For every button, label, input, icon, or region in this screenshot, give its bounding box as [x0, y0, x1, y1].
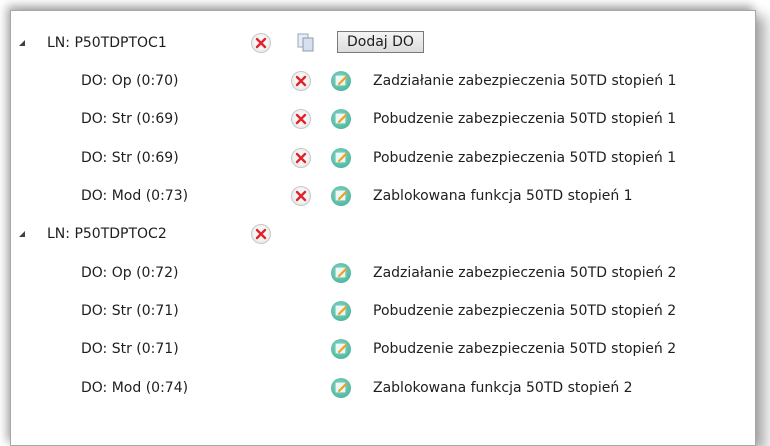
tree-node-do[interactable]: DO: Mod (0:73) Zablokowana funkcja 50TD …	[11, 182, 755, 212]
do-description: Zadziałanie zabezpieczenia 50TD stopień …	[373, 73, 677, 89]
tree-node-do[interactable]: DO: Str (0:71) Pobudzenie zabezpieczenia…	[11, 297, 755, 327]
delete-icon[interactable]	[291, 186, 311, 206]
do-label: DO: Mod (0:73)	[81, 188, 189, 204]
tree-node-do[interactable]: DO: Mod (0:74) Zablokowana funkcja 50TD …	[11, 374, 755, 404]
expand-arrow-icon[interactable]	[19, 40, 25, 46]
delete-icon[interactable]	[291, 148, 311, 168]
copy-icon[interactable]	[297, 33, 315, 53]
edit-icon[interactable]	[331, 71, 351, 91]
delete-icon[interactable]	[251, 33, 271, 53]
do-label: DO: Mod (0:74)	[81, 380, 189, 396]
edit-icon[interactable]	[331, 378, 351, 398]
do-label: DO: Op (0:72)	[81, 265, 179, 281]
do-label: DO: Str (0:71)	[81, 303, 179, 319]
add-do-button[interactable]: Dodaj DO	[337, 31, 424, 53]
ln-tree: LN: P50TDPTOC1 Dodaj DO DO: Op (0:70) Za…	[11, 11, 755, 445]
tree-node-do[interactable]: DO: Op (0:72) Zadziałanie zabezpieczenia…	[11, 259, 755, 289]
ln-label: LN: P50TDPTOC2	[47, 226, 167, 242]
edit-icon[interactable]	[331, 339, 351, 359]
tree-node-do[interactable]: DO: Op (0:70) Zadziałanie zabezpieczenia…	[11, 67, 755, 97]
do-description: Pobudzenie zabezpieczenia 50TD stopień 1	[373, 111, 677, 127]
do-description: Pobudzenie zabezpieczenia 50TD stopień 1	[373, 150, 677, 166]
do-description: Zadziałanie zabezpieczenia 50TD stopień …	[373, 265, 677, 281]
expand-arrow-icon[interactable]	[19, 231, 25, 237]
delete-icon[interactable]	[291, 71, 311, 91]
do-label: DO: Str (0:69)	[81, 111, 179, 127]
edit-icon[interactable]	[331, 109, 351, 129]
edit-icon[interactable]	[331, 301, 351, 321]
do-description: Zablokowana funkcja 50TD stopień 1	[373, 188, 633, 204]
do-label: DO: Op (0:70)	[81, 73, 179, 89]
do-label: DO: Str (0:69)	[81, 150, 179, 166]
delete-icon[interactable]	[291, 109, 311, 129]
tree-node-ln[interactable]: LN: P50TDPTOC2	[11, 220, 755, 250]
do-description: Pobudzenie zabezpieczenia 50TD stopień 2	[373, 341, 677, 357]
edit-icon[interactable]	[331, 186, 351, 206]
delete-icon[interactable]	[251, 224, 271, 244]
tree-node-do[interactable]: DO: Str (0:69) Pobudzenie zabezpieczenia…	[11, 144, 755, 174]
ln-label: LN: P50TDPTOC1	[47, 35, 167, 51]
tree-node-do[interactable]: DO: Str (0:71) Pobudzenie zabezpieczenia…	[11, 335, 755, 365]
tree-node-ln[interactable]: LN: P50TDPTOC1 Dodaj DO	[11, 29, 755, 59]
edit-icon[interactable]	[331, 263, 351, 283]
tree-node-do[interactable]: DO: Str (0:69) Pobudzenie zabezpieczenia…	[11, 105, 755, 135]
do-description: Zablokowana funkcja 50TD stopień 2	[373, 380, 633, 396]
edit-icon[interactable]	[331, 148, 351, 168]
do-description: Pobudzenie zabezpieczenia 50TD stopień 2	[373, 303, 677, 319]
tree-panel: LN: P50TDPTOC1 Dodaj DO DO: Op (0:70) Za…	[10, 10, 756, 446]
do-label: DO: Str (0:71)	[81, 341, 179, 357]
